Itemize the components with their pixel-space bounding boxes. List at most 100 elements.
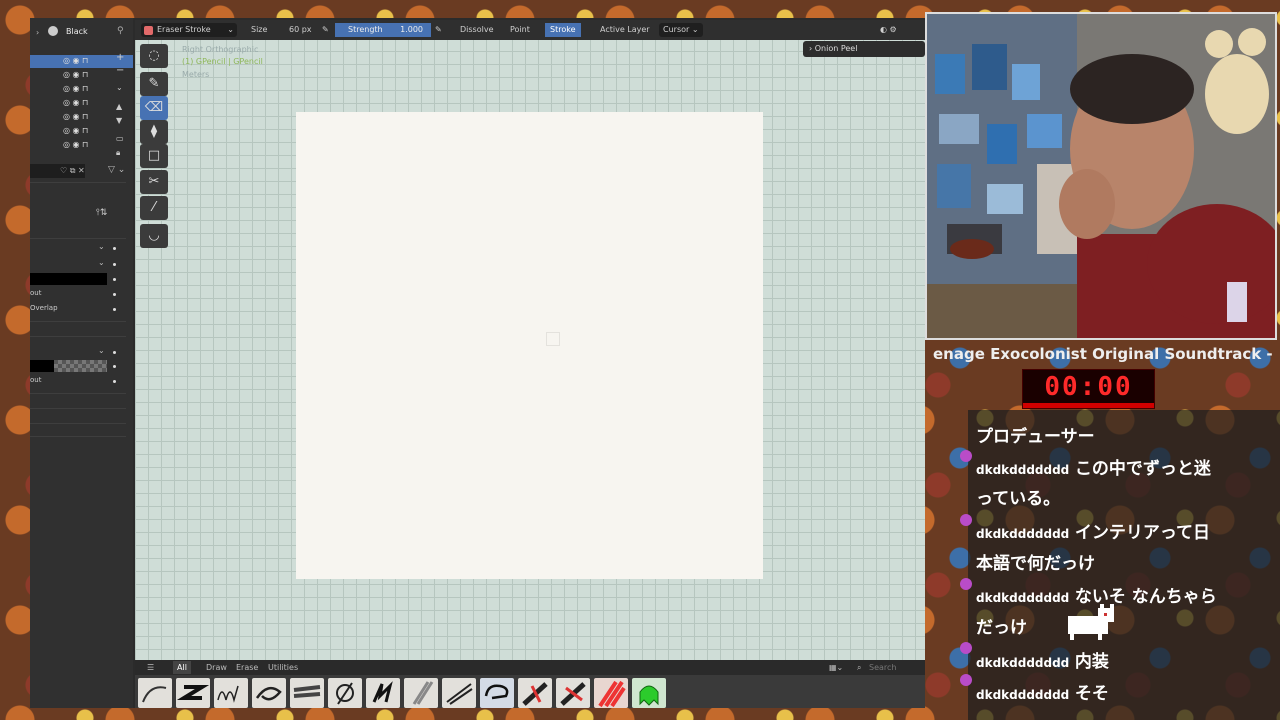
tool-header: Eraser Stroke ⌄ Size 60 px ✎ Strength 1.… [135,20,925,40]
object-name: (1) GPencil | GPencil [182,57,263,66]
snap-icon[interactable]: ◐ ⚙ [880,23,897,37]
chat-message: dkdkddddddd そそ [976,679,1109,704]
chat-message: dkdkddddddd インテリアって日 [976,518,1210,543]
mode-stroke[interactable]: Stroke [545,23,581,37]
origin-marker [546,332,560,346]
alpha-swatch[interactable] [54,360,107,372]
fill-icon[interactable]: ⧫ [140,120,168,144]
active-layer-name: Black [66,27,88,36]
chevron-down-icon: ⌄ [227,25,234,34]
chevron-down-icon[interactable]: ⌄ [98,242,105,251]
chat-message: dkdkddddddd この中でずっと迷 [976,454,1211,479]
chevron-right-icon[interactable]: › [36,28,39,37]
brush-thumbnail[interactable] [252,678,286,708]
add-layer-icon[interactable]: + [116,52,124,63]
eyedropper-icon[interactable]: ⁄ [140,196,168,220]
mask-icon[interactable]: ◎ ◉ ⊓ [63,98,88,107]
curve-icon[interactable]: ◡ [140,224,168,248]
brush-thumbnail[interactable] [176,678,210,708]
keyframe-dot-icon[interactable] [113,263,116,266]
active-layer-toggle[interactable]: Active Layer [595,23,655,37]
pressure-icon[interactable]: ✎ [435,23,442,37]
strength-field[interactable]: Strength 1.000 [335,23,431,37]
chat-badge-icon [960,514,972,526]
filter-icons[interactable]: ♡ ⧉ ✕ [60,166,85,176]
grid-view-icon[interactable]: ▦⌄ [825,661,847,674]
tab-erase[interactable]: Erase [232,661,262,674]
keyframe-dot-icon[interactable] [113,351,116,354]
blend-label: out [30,289,42,297]
mode-point[interactable]: Point [505,23,535,37]
erase-icon[interactable]: ⌫ [140,96,168,120]
chevron-down-icon[interactable]: ⌄ [116,83,123,92]
mode-dissolve[interactable]: Dissolve [455,23,499,37]
tab-all[interactable]: All [173,661,191,674]
search-icon: ⌕ [857,663,862,672]
layer-icon [48,26,58,36]
mask-icon[interactable]: ◎ ◉ ⊓ [63,56,88,65]
tool-selector[interactable]: Eraser Stroke ⌄ [141,23,237,37]
box-icon[interactable]: □ [140,144,168,168]
cursor-dropdown[interactable]: Cursor ⌄ [659,23,703,37]
brush-thumbnail[interactable] [366,678,400,708]
mask-icon[interactable]: ◎ ◉ ⊓ [63,112,88,121]
onion-peel-label: Onion Peel [814,44,858,53]
brush-thumbnail[interactable] [556,678,590,708]
chat-username: dkdkddddddd [976,688,1070,702]
mask-icon[interactable]: ◎ ◉ ⊓ [63,84,88,93]
pressure-icon[interactable]: ✎ [322,23,329,37]
chat-message: プロデューサー [976,427,1095,447]
brush-thumbnail[interactable] [404,678,438,708]
mask-icon[interactable]: ◎ ◉ ⊓ [63,70,88,79]
move-up-icon[interactable]: ▲ [116,102,122,111]
funnel-icon[interactable]: ▽ ⌄ [108,165,125,175]
draw-icon[interactable]: ✎ [140,72,168,96]
brush-thumbnail[interactable] [290,678,324,708]
drawing-canvas[interactable] [296,112,763,579]
tab-draw[interactable]: Draw [202,661,231,674]
keyframe-dot-icon[interactable] [113,278,116,281]
adjust-icon[interactable]: ⫯⇅ [96,208,107,218]
remove-layer-icon[interactable]: − [116,65,124,76]
select-circle-icon[interactable]: ◌ [140,44,168,68]
onion-peel-panel[interactable]: › Onion Peel [803,41,925,57]
color-swatch-black[interactable] [30,273,107,285]
brush-thumbnail[interactable] [518,678,552,708]
chevron-down-icon[interactable]: ⌄ [98,258,105,267]
mask-icon[interactable]: ◎ ◉ ⊓ [63,126,88,135]
size-field[interactable]: 60 px [289,23,312,37]
cutter-icon[interactable]: ✂ [140,170,168,194]
keyframe-dot-icon[interactable] [113,293,116,296]
asset-search-input[interactable]: Search [865,661,900,674]
brush-thumbnail[interactable] [594,678,628,708]
keyframe-dot-icon[interactable] [113,247,116,250]
chat-badge-icon [960,674,972,686]
mask-icon[interactable]: ◎ ◉ ⊓ [63,140,88,149]
brush-thumbnail[interactable] [138,678,172,708]
pixel-cat-icon [1068,604,1114,640]
menu-icon[interactable]: ☰ [143,661,158,674]
lock-icon[interactable]: 🔒︎ [116,148,120,158]
display-icon[interactable]: ▭ [116,134,124,143]
color-swatch-black[interactable] [30,360,54,372]
brush-thumbnail[interactable] [328,678,362,708]
size-label: Size [251,25,268,34]
keyframe-dot-icon[interactable] [113,365,116,368]
timer-bar [1023,403,1154,408]
move-down-icon[interactable]: ▼ [116,116,122,125]
pin-icon[interactable]: ⚲ [117,26,124,36]
brush-thumbnail[interactable] [442,678,476,708]
brush-thumbnail[interactable] [214,678,248,708]
brush-thumbnail[interactable] [632,678,666,708]
tab-utilities[interactable]: Utilities [264,661,302,674]
webcam-feed [925,12,1277,340]
keyframe-dot-icon[interactable] [113,308,116,311]
asset-shelf-header: ☰ All Draw Erase Utilities ▦⌄ ⌕ Search [135,660,925,675]
brush-shelf [135,675,925,708]
stream-timer: 00:00 [1022,369,1155,409]
strength-label: Strength [348,25,383,34]
keyframe-dot-icon[interactable] [113,380,116,383]
chevron-down-icon[interactable]: ⌄ [98,346,105,355]
brush-thumbnail[interactable] [480,678,514,708]
chat-badge-icon [960,450,972,462]
